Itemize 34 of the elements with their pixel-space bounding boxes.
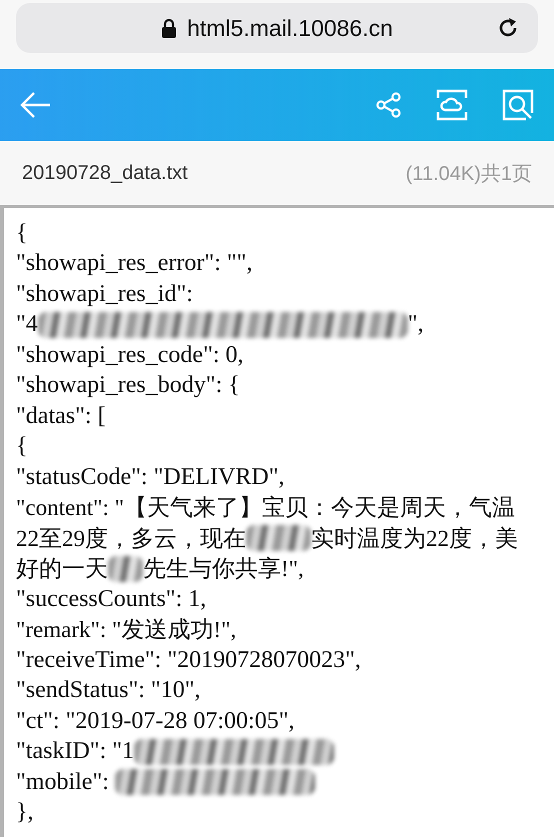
cloud-icon[interactable]	[436, 89, 468, 121]
text-line: "remark": "发送成功!",	[16, 616, 236, 644]
text-line: {	[16, 433, 28, 460]
text-line: "ct": "2019-07-28 07:00:05",	[16, 708, 294, 735]
text-line: "sendStatus": "10",	[16, 677, 201, 704]
text-line: "mobile":	[16, 768, 110, 796]
text-line: "content": "【天气来了】宝贝：今天是周天，气温	[16, 494, 516, 522]
text-line: "datas": [	[16, 402, 106, 430]
text-line: "showapi_res_error": "",	[16, 250, 252, 278]
text-line: "showapi_res_body": {	[16, 372, 240, 400]
text-line: ",	[408, 311, 424, 338]
text-line: "4	[16, 311, 38, 338]
file-name: 20190728_data.txt	[22, 162, 188, 184]
redaction-smudge	[246, 525, 311, 552]
address-bar[interactable]: html5.mail.10086.cn	[16, 3, 538, 53]
lock-icon	[161, 18, 178, 38]
text-line: 先生与你共享!",	[143, 555, 304, 584]
text-line: "showapi_res_id":	[16, 280, 193, 308]
file-size-pages: (11.04K)共1页	[406, 162, 532, 186]
url-text: html5.mail.10086.cn	[187, 14, 393, 42]
text-line: 22至29度，多云，现在	[16, 524, 246, 553]
share-icon[interactable]	[376, 92, 402, 118]
text-line: },	[16, 799, 34, 826]
text-line: "taskID": "1	[16, 738, 134, 766]
text-line: {	[16, 220, 28, 247]
text-line: "receiveTime": "20190728070023",	[16, 646, 361, 674]
text-line: 实时温度为22度，美	[311, 524, 518, 553]
redaction-smudge	[108, 556, 143, 582]
text-line: 好的一天	[16, 555, 108, 584]
back-arrow-icon[interactable]	[20, 91, 52, 119]
search-icon[interactable]	[502, 89, 534, 121]
text-line: "statusCode": "DELIVRD",	[16, 464, 284, 491]
text-line: "showapi_res_code": 0,	[16, 342, 244, 369]
text-line: "successCounts": 1,	[16, 586, 206, 613]
